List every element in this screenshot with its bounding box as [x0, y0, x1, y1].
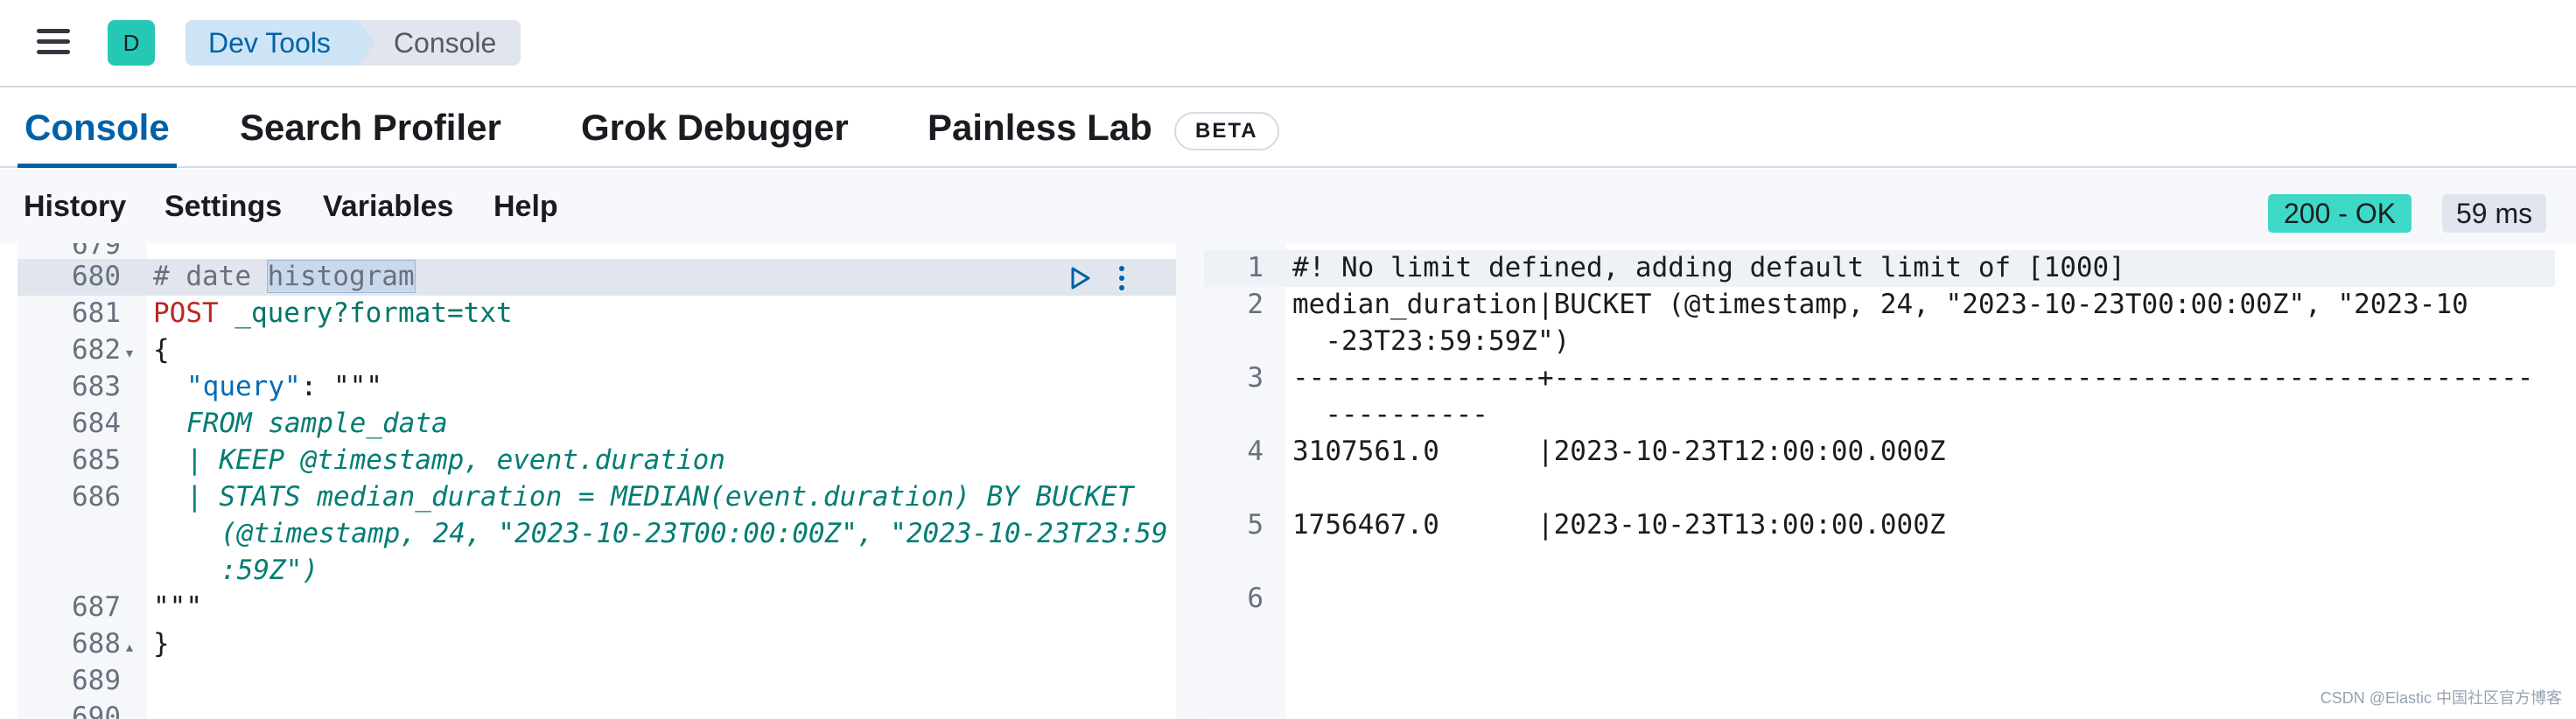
tab-search-profiler[interactable]: Search Profiler	[240, 87, 501, 168]
fold-up-icon[interactable]: ▴	[126, 639, 133, 655]
tab-painless-lab[interactable]: Painless Lab	[928, 87, 1152, 168]
line-number: 683	[72, 371, 121, 402]
line-number: 684	[72, 408, 121, 439]
line-number: 687	[72, 591, 121, 623]
dev-tools-tabs: Console Search Profiler Grok Debugger Pa…	[0, 87, 2576, 168]
line-number: 2	[1247, 289, 1264, 320]
console-toolbar: History Settings Variables Help	[0, 170, 2576, 243]
comment-text: # date	[153, 261, 268, 292]
code-line-wrap: (@timestamp, 24, "2023-10-23T00:00:00Z",…	[220, 518, 1168, 549]
variables-link[interactable]: Variables	[323, 170, 453, 243]
tab-console[interactable]: Console	[18, 87, 177, 168]
code-line: | KEEP @timestamp, event.duration	[186, 444, 725, 476]
response-line: median_duration|BUCKET (@timestamp, 24, …	[1292, 289, 2468, 320]
pane-resizer[interactable]	[1176, 243, 1204, 719]
menu-icon[interactable]	[37, 29, 70, 55]
selected-word: histogram	[266, 260, 416, 293]
breadcrumb-console: Console	[358, 20, 522, 66]
response-line: ---------------+------------------------…	[1292, 362, 2534, 394]
breadcrumb-dev-tools[interactable]: Dev Tools	[186, 20, 376, 66]
code-line: # date histogram	[153, 260, 416, 293]
line-number: 680	[72, 261, 121, 292]
line-number: 682	[72, 334, 121, 366]
response-line: #! No limit defined, adding default limi…	[1292, 252, 2125, 283]
line-number: 686	[72, 481, 121, 513]
fold-down-icon[interactable]: ▾	[126, 345, 133, 361]
code-line: """	[153, 591, 202, 623]
watermark: CSDN @Elastic 中国社区官方博客	[2320, 689, 2562, 707]
json-key: "query"	[186, 371, 301, 402]
code-line: "query": """	[186, 371, 382, 402]
json-colon: :	[300, 371, 333, 402]
triple-quote: """	[332, 371, 382, 402]
help-link[interactable]: Help	[494, 170, 558, 243]
line-number: 690	[72, 702, 121, 719]
more-vertical-icon[interactable]	[1116, 264, 1127, 292]
tab-grok-debugger[interactable]: Grok Debugger	[581, 87, 849, 168]
line-number: 6	[1247, 583, 1264, 614]
line-number: 679	[72, 243, 121, 261]
play-icon[interactable]	[1069, 266, 1092, 290]
space-avatar[interactable]: D	[108, 20, 155, 66]
code-line: {	[153, 334, 170, 366]
console-editors: 679 680 681 682 ▾ 683 684 685 686 687 68…	[0, 243, 2576, 719]
line-number: 5	[1247, 509, 1264, 541]
code-line: }	[153, 628, 170, 660]
code-line-wrap: :59Z")	[220, 555, 318, 586]
settings-link[interactable]: Settings	[164, 170, 282, 243]
response-line-wrap: ----------	[1292, 399, 1488, 430]
code-line: FROM sample_data	[186, 408, 448, 439]
response-editor[interactable]: 1 2 3 4 5 6 #! No limit defined, adding …	[1204, 243, 2576, 719]
line-number: 685	[72, 444, 121, 476]
top-header: D Dev Tools Console	[0, 0, 2576, 87]
response-line: 3107561.0 |2023-10-23T12:00:00.000Z	[1292, 436, 1946, 467]
beta-badge: BETA	[1174, 112, 1279, 150]
response-line: 1756467.0 |2023-10-23T13:00:00.000Z	[1292, 509, 1946, 541]
line-number: 688	[72, 628, 121, 660]
breadcrumb: Dev Tools Console	[186, 20, 522, 66]
line-number: 681	[72, 297, 121, 329]
request-editor[interactable]: 679 680 681 682 ▾ 683 684 685 686 687 68…	[18, 243, 1176, 719]
line-number: 3	[1247, 362, 1264, 394]
response-line-wrap: -23T23:59:59Z")	[1292, 325, 1571, 357]
http-method: POST	[153, 297, 219, 329]
response-time-badge: 59 ms	[2442, 194, 2547, 233]
line-number: 4	[1247, 436, 1264, 467]
code-line: POST _query?format=txt	[153, 297, 513, 329]
history-link[interactable]: History	[24, 170, 126, 243]
line-number: 1	[1247, 252, 1264, 283]
request-url: _query?format=txt	[218, 297, 513, 329]
line-number: 689	[72, 665, 121, 696]
status-badge: 200 - OK	[2268, 194, 2412, 233]
code-line: | STATS median_duration = MEDIAN(event.d…	[186, 481, 1134, 513]
